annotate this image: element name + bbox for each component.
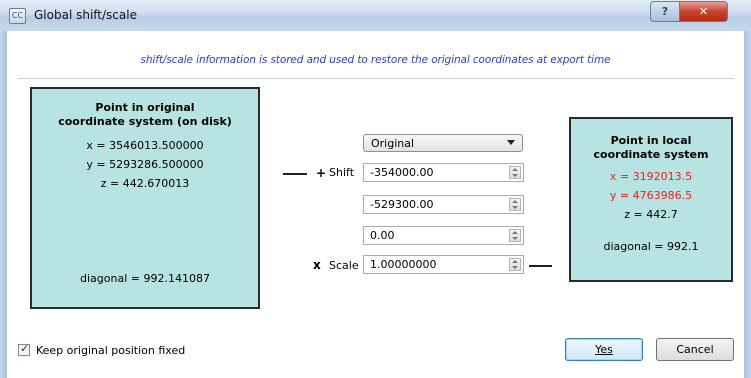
spin-buttons-icon[interactable] <box>509 229 521 242</box>
window-frame-left <box>0 31 7 378</box>
local-panel-title-line2: coordinate system <box>593 148 709 161</box>
shift-z-value: 0.00 <box>370 229 395 242</box>
original-y: y = 5293286.500000 <box>86 158 204 171</box>
help-button[interactable]: ? <box>650 1 680 22</box>
title-bar: CC Global shift/scale ? ✕ <box>0 0 751 32</box>
scale-connector-line <box>529 265 552 267</box>
scale-label: Scale <box>329 259 359 272</box>
app-icon: CC <box>9 8 26 24</box>
local-diagonal: diagonal = 992.1 <box>603 240 699 253</box>
dialog-body: shift/scale information is stored and us… <box>7 31 744 378</box>
close-button[interactable]: ✕ <box>679 1 728 22</box>
shift-y-spinbox[interactable]: -529300.00 <box>363 195 524 214</box>
scale-spinbox[interactable]: 1.00000000 <box>363 255 524 274</box>
shift-label: Shift <box>329 166 355 179</box>
yes-button[interactable]: Yes <box>565 338 643 361</box>
original-panel-title: Point in original coordinate system (on … <box>32 101 258 129</box>
local-x: x = 3192013.5 <box>609 170 693 183</box>
original-panel-title-line2: coordinate system (on disk) <box>58 115 232 128</box>
separator <box>18 78 734 79</box>
local-panel-title: Point in local coordinate system <box>571 134 731 162</box>
local-z: z = 442.7 <box>624 208 678 221</box>
original-point-panel: Point in original coordinate system (on … <box>30 87 260 309</box>
original-x: x = 3546013.500000 <box>86 139 204 152</box>
preset-select[interactable]: Original <box>363 134 523 152</box>
chevron-down-icon <box>507 140 515 145</box>
original-z: z = 442.670013 <box>100 177 190 190</box>
keep-position-label[interactable]: Keep original position fixed <box>36 344 185 357</box>
window-frame-right <box>744 31 751 378</box>
local-point-panel: Point in local coordinate system x = 319… <box>569 117 733 282</box>
local-y: y = 4763986.5 <box>609 189 693 202</box>
times-sign: x <box>313 258 321 272</box>
plus-sign: + <box>316 166 327 180</box>
original-panel-title-line1: Point in original <box>95 101 195 114</box>
local-panel-title-line1: Point in local <box>610 134 692 147</box>
spin-buttons-icon[interactable] <box>509 258 521 271</box>
window-title: Global shift/scale <box>34 8 137 22</box>
keep-position-checkbox[interactable] <box>18 342 30 356</box>
preset-select-value: Original <box>371 137 415 150</box>
scale-value: 1.00000000 <box>370 258 437 271</box>
shift-connector-line <box>283 173 307 175</box>
spin-buttons-icon[interactable] <box>509 198 521 211</box>
original-diagonal: diagonal = 992.141087 <box>80 272 210 285</box>
shift-x-spinbox[interactable]: -354000.00 <box>363 163 524 182</box>
shift-z-spinbox[interactable]: 0.00 <box>363 226 524 245</box>
yes-button-label: Yes <box>595 343 613 356</box>
shift-x-value: -354000.00 <box>370 166 434 179</box>
spin-buttons-icon[interactable] <box>509 166 521 179</box>
shift-y-value: -529300.00 <box>370 198 434 211</box>
info-text: shift/scale information is stored and us… <box>140 54 611 66</box>
cancel-button[interactable]: Cancel <box>656 338 734 361</box>
